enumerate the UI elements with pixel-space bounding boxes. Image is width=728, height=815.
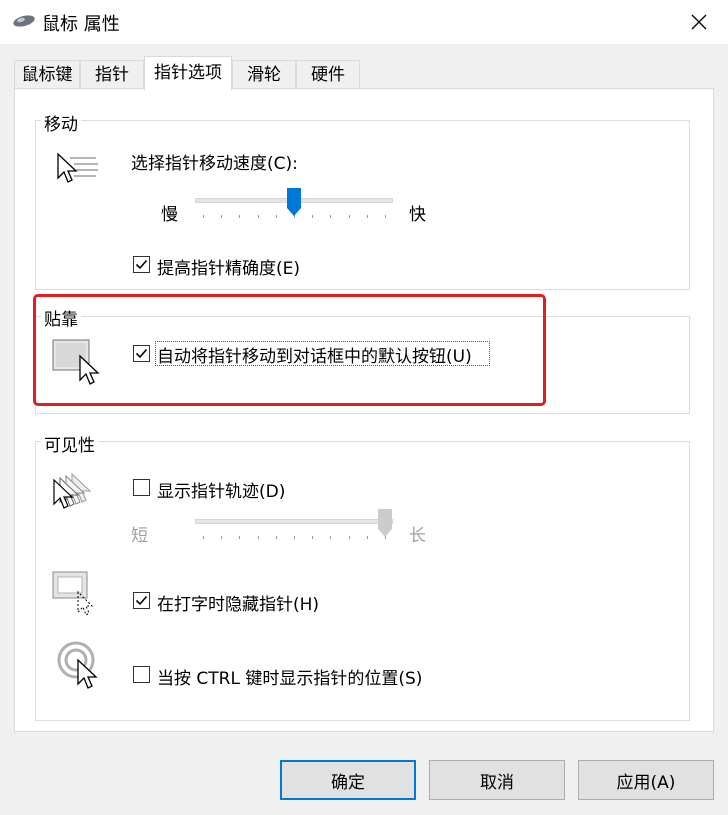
slider-tick	[366, 536, 368, 539]
apply-button[interactable]: 应用(A)	[578, 760, 714, 800]
hide-while-typing-icon	[52, 571, 94, 616]
fast-label: 快	[409, 205, 426, 225]
title-bar: 鼠标 属性	[0, 0, 728, 44]
trails-checkbox[interactable]	[133, 479, 150, 496]
tab-hardware[interactable]: 硬件	[296, 60, 360, 88]
slider-tick	[330, 215, 332, 218]
slider-tick	[275, 215, 277, 218]
motion-legend: 移动	[41, 110, 81, 135]
close-icon[interactable]	[682, 6, 716, 38]
trails-label[interactable]: 显示指针轨迹(D)	[157, 477, 285, 502]
slider-tick	[330, 536, 332, 539]
snap-highlight-box	[33, 294, 546, 406]
tab-pointers[interactable]: 指针	[80, 60, 144, 88]
slider-tick	[348, 536, 350, 539]
long-label: 长	[409, 526, 426, 546]
slow-label: 慢	[161, 205, 178, 225]
visibility-legend: 可见性	[41, 431, 98, 456]
slider-tick	[385, 215, 386, 218]
slider-tick	[239, 536, 241, 539]
tab-wheel[interactable]: 滑轮	[232, 60, 296, 88]
precision-checkbox[interactable]	[133, 256, 150, 273]
slider-tick	[366, 215, 368, 218]
slider-tick	[203, 215, 204, 218]
short-label: 短	[131, 526, 148, 546]
trails-slider-track	[195, 519, 393, 524]
slider-tick	[312, 536, 314, 539]
hide-while-typing-checkbox[interactable]	[133, 592, 150, 609]
pointer-speed-icon	[57, 152, 98, 183]
show-location-icon	[57, 641, 98, 689]
tab-buttons[interactable]: 鼠标键	[14, 60, 80, 88]
slider-tick	[348, 215, 350, 218]
slider-tick	[221, 536, 223, 539]
slider-tick	[221, 215, 223, 218]
speed-label: 选择指针移动速度(C):	[131, 154, 298, 174]
mouse-icon	[13, 15, 35, 27]
trails-slider-thumb[interactable]	[377, 508, 393, 538]
slider-tick	[294, 536, 295, 539]
slider-tick	[203, 536, 204, 539]
slider-tick	[239, 215, 241, 218]
slider-tick	[275, 536, 277, 539]
ok-button[interactable]: 确定	[280, 760, 416, 800]
window-title: 鼠标 属性	[42, 14, 120, 35]
precision-label[interactable]: 提高指针精确度(E)	[157, 254, 300, 279]
hide-while-typing-label[interactable]: 在打字时隐藏指针(H)	[157, 590, 319, 615]
slider-tick	[257, 215, 259, 218]
show-location-checkbox[interactable]	[133, 666, 150, 683]
tab-pointer-options[interactable]: 指针选项	[144, 56, 232, 90]
pointer-trails-icon	[53, 472, 92, 509]
slider-tick	[257, 536, 259, 539]
show-location-label[interactable]: 当按 CTRL 键时显示指针的位置(S)	[157, 664, 422, 689]
speed-slider-thumb[interactable]	[286, 187, 302, 217]
slider-tick	[312, 215, 314, 218]
cancel-button[interactable]: 取消	[429, 760, 565, 800]
